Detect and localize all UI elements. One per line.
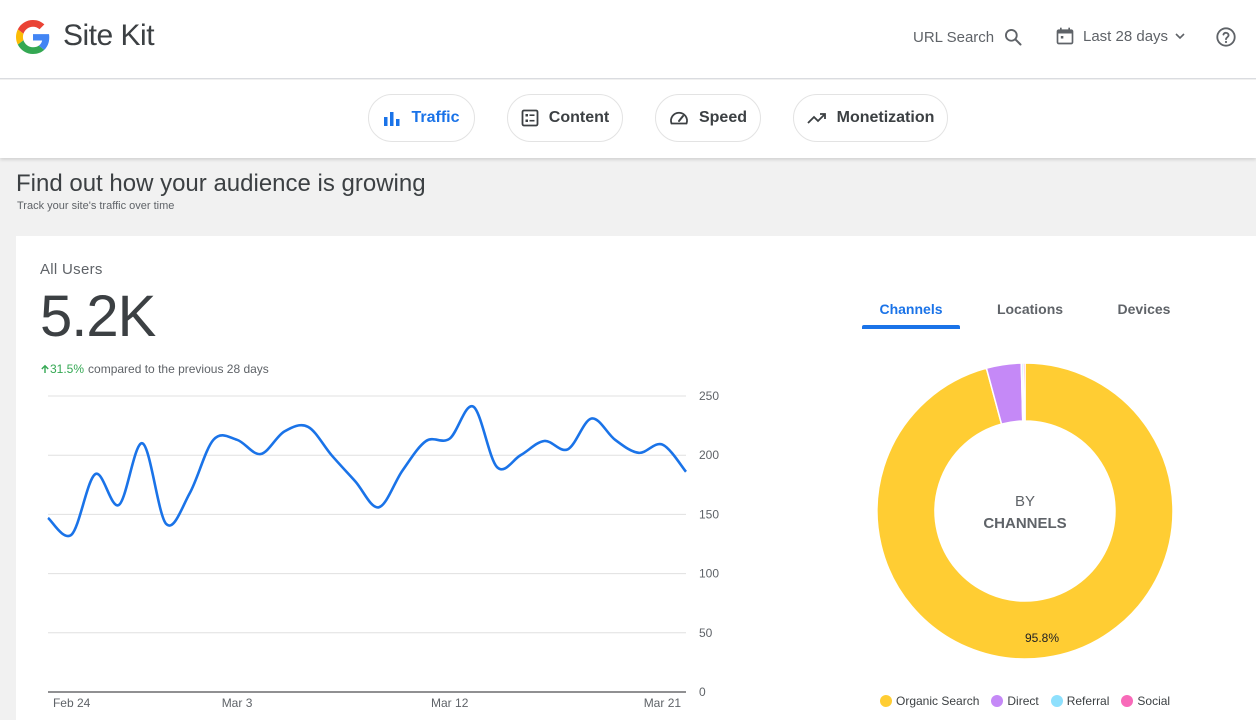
bar-chart-icon [384,112,400,126]
tab-traffic-label: Traffic [411,109,460,126]
tab-locations[interactable]: Locations [985,301,1075,317]
y-tick-label: 100 [699,567,719,581]
y-tick-label: 50 [699,626,713,640]
legend-label: Social [1137,694,1171,708]
tab-speed[interactable]: Speed [655,94,761,142]
metric-value: 5.2K [40,284,156,349]
legend-label: Referral [1066,694,1110,708]
navigation-tabs: Traffic Content Speed Monetization [0,80,1256,158]
y-tick-label: 250 [699,389,719,403]
legend-item: Organic Search [880,694,979,708]
active-tab-indicator [862,325,960,329]
url-search-button[interactable]: URL Search [913,27,1023,47]
x-tick-label: Feb 24 [53,696,91,710]
tab-traffic[interactable]: Traffic [368,94,475,142]
legend-swatch [1121,695,1134,707]
x-tick-label: Mar 3 [222,696,253,710]
change-positive: 31.5% [40,362,84,376]
tab-monetization-label: Monetization [836,109,935,126]
metric-change: 31.5% compared to the previous 28 days [40,362,269,376]
legend-label: Direct [1007,694,1039,708]
tab-content[interactable]: Content [507,94,623,142]
y-tick-label: 0 [699,685,706,699]
change-suffix: compared to the previous 28 days [88,362,269,376]
list-box-icon [521,109,539,127]
legend-swatch [1050,695,1063,707]
page-subtitle: Track your site's traffic over time [17,200,175,212]
legend-label: Organic Search [896,694,980,708]
y-tick-label: 150 [699,507,719,521]
google-logo-icon [16,20,50,54]
page-title: Find out how your audience is growing [16,170,426,197]
legend-item: Referral [1050,694,1110,708]
change-percent: 31.5% [50,362,85,376]
app-title: Site Kit [63,19,155,52]
y-tick-label: 200 [699,448,719,462]
donut-center-line1: BY [1015,493,1035,510]
date-range-label: Last 28 days [1083,27,1169,45]
x-tick-label: Mar 21 [644,696,682,710]
trending-up-icon [806,113,826,124]
legend-swatch [991,695,1004,707]
url-search-label: URL Search [913,28,995,46]
channels-donut-chart: BY CHANNELS 95.8% [876,362,1174,660]
legend-swatch [880,695,892,707]
donut-slice[interactable] [1022,362,1026,422]
slice-percent-label: 95.8% [1025,631,1059,645]
calendar-icon [1056,27,1074,45]
chevron-down-icon [1175,33,1185,40]
tab-speed-label: Speed [698,109,747,126]
speedometer-icon [670,111,688,125]
donut-legend: Organic Search Direct Referral Social [880,694,1182,708]
series-line [47,405,688,538]
tab-monetization[interactable]: Monetization [793,94,948,142]
arrow-up-icon [41,364,49,373]
legend-item: Direct [991,694,1039,708]
x-tick-label: Mar 12 [431,696,469,710]
donut-center-line2: CHANNELS [983,515,1066,532]
tab-devices[interactable]: Devices [1105,301,1183,317]
users-line-chart: 250 200 150 100 50 0 Feb 24 Mar 3 Mar 12 Mar 21 [47,389,719,710]
search-icon [1005,29,1022,46]
metric-label: All Users [40,261,103,278]
legend-item: Social [1121,694,1170,708]
date-range-selector[interactable]: Last 28 days [1055,26,1186,46]
help-icon[interactable] [1215,26,1237,48]
tab-content-label: Content [548,109,610,126]
tab-channels[interactable]: Channels [862,301,960,317]
top-app-bar: Site Kit URL Search Last 28 days [0,0,1256,79]
